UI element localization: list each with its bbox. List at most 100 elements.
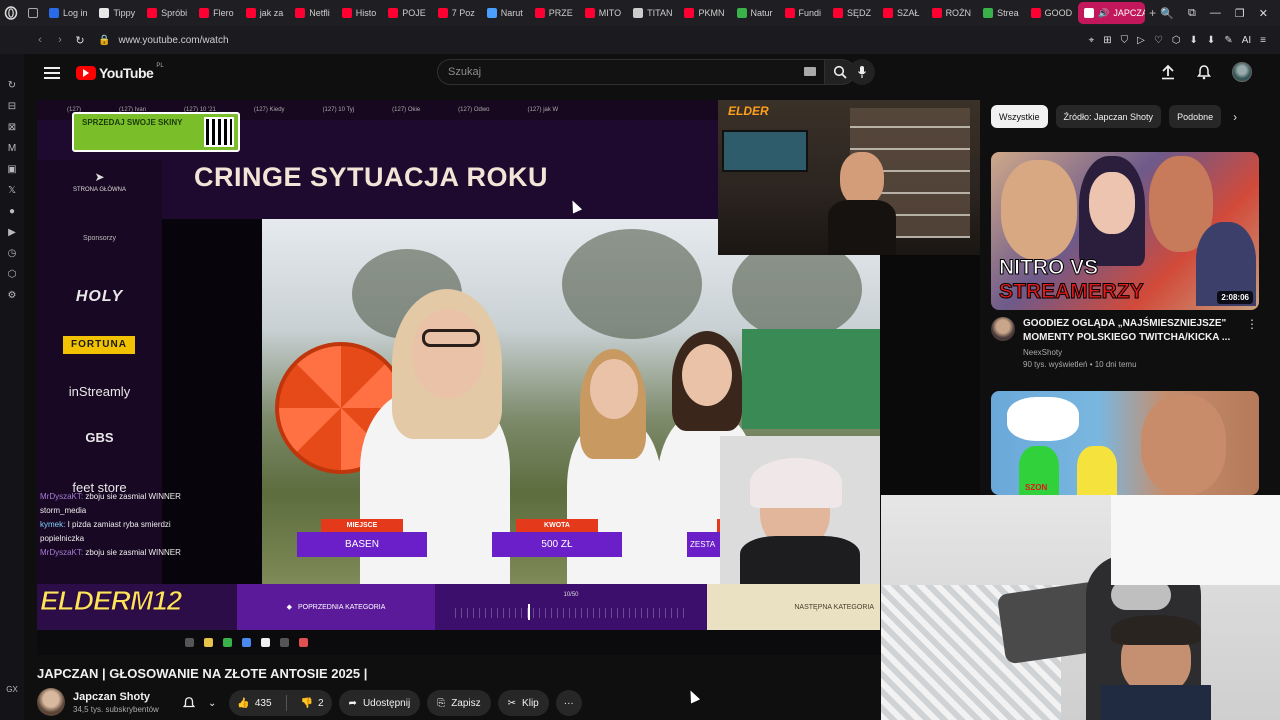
like-button[interactable]: 👍 435 xyxy=(229,690,279,716)
recommendation-channel[interactable]: NeexShoty xyxy=(1023,348,1238,357)
browser-tab[interactable]: 7 Poz xyxy=(432,2,481,24)
toolbar-icon[interactable]: ⬇ xyxy=(1190,35,1198,46)
upload-icon[interactable] xyxy=(1160,64,1176,80)
channel-avatar[interactable] xyxy=(37,688,65,716)
back-button[interactable]: ‹ xyxy=(30,30,50,50)
toolbar-icon[interactable]: ▷ xyxy=(1137,35,1145,46)
youtube-header: YouTube PL xyxy=(24,54,1280,92)
share-label: Udostępnij xyxy=(362,697,411,709)
tab-active[interactable]: 🔊 JAPCZA xyxy=(1078,2,1145,24)
browser-tab[interactable]: Tippy xyxy=(93,2,141,24)
recommendation-card[interactable]: NITRO VS STREAMERZY 2:08:06 GOODIEZ OGLĄ… xyxy=(991,152,1259,369)
browser-tab[interactable]: POJE xyxy=(382,2,432,24)
toolbar-icon[interactable]: ≡ xyxy=(1260,35,1266,46)
recommendation-title[interactable]: GOODIEZ OGLĄDA „NAJŚMIESZNIEJSZE" MOMENT… xyxy=(1023,317,1238,345)
recommendation-card[interactable]: SZON xyxy=(991,391,1259,495)
video-player[interactable]: (127) (127) Ivan (127) 10 '21 (127) Kiedy (1… xyxy=(37,100,980,655)
save-button[interactable]: ⎘ Zapisz xyxy=(427,690,491,716)
sidebar-icon[interactable]: ▣ xyxy=(7,164,16,175)
share-button[interactable]: ➦ Udostępnij xyxy=(338,690,421,716)
toolbar-icon[interactable]: ⌖ xyxy=(1089,35,1095,46)
chat-message: storm_media xyxy=(40,504,220,518)
subscription-bell-button[interactable]: ⌄ xyxy=(176,690,222,716)
browser-tab[interactable]: Netfli xyxy=(289,2,336,24)
video-thumbnail[interactable]: NITRO VS STREAMERZY 2:08:06 xyxy=(991,152,1259,310)
sidebar-icon[interactable]: ◷ xyxy=(8,248,17,259)
browser-tab[interactable]: Fundi xyxy=(779,2,828,24)
gx-control-icon[interactable]: GX xyxy=(6,685,18,694)
sidebar-icon[interactable]: M xyxy=(8,143,16,154)
sidebar-icon[interactable]: 𝕏 xyxy=(8,185,16,196)
browser-tab[interactable]: ROŻN xyxy=(926,2,978,24)
chip-all[interactable]: Wszystkie xyxy=(991,105,1048,128)
browser-tab[interactable]: SĘDZ xyxy=(827,2,877,24)
opera-logo-icon[interactable] xyxy=(0,0,22,26)
youtube-logo[interactable]: YouTube PL xyxy=(76,63,164,81)
chip-related[interactable]: Podobne xyxy=(1169,105,1222,128)
search-input[interactable] xyxy=(448,66,768,78)
toolbar-icon[interactable]: ⛉ xyxy=(1121,35,1129,46)
address-field[interactable]: 🔒 www.youtube.com/watch xyxy=(98,35,229,46)
chip-source[interactable]: Źródło: Japczan Shoty xyxy=(1055,105,1162,128)
browser-tab[interactable]: Natur xyxy=(731,2,779,24)
browser-tab[interactable]: Flero xyxy=(193,2,240,24)
channel-avatar[interactable] xyxy=(991,317,1015,341)
keyboard-icon[interactable] xyxy=(804,67,816,76)
scene-heading: CRINGE SYTUACJA ROKU xyxy=(194,162,549,192)
toolbar-icon[interactable]: ⬇ xyxy=(1207,35,1215,46)
sidebar-icon[interactable]: ⚙ xyxy=(8,290,17,301)
sidebar-icon[interactable]: ↻ xyxy=(8,80,16,91)
restore-icon[interactable]: ❐ xyxy=(1235,7,1245,20)
browser-tab[interactable]: Narut xyxy=(481,2,529,24)
toolbar-icon[interactable]: ⬡ xyxy=(1172,35,1181,46)
toolbar-icon[interactable]: ♡ xyxy=(1154,35,1163,46)
sidebar-icon[interactable]: ⊟ xyxy=(8,101,16,112)
search-icon xyxy=(833,65,847,79)
browser-tab[interactable]: GOOD xyxy=(1025,2,1079,24)
video-thumbnail[interactable]: SZON xyxy=(991,391,1259,495)
toolbar-icon[interactable]: ✎ xyxy=(1224,35,1232,46)
new-tab-button[interactable]: + xyxy=(1145,6,1160,20)
chat-text: zboju sie zasmial WINNER xyxy=(85,548,181,557)
browser-tab[interactable]: Histo xyxy=(336,2,383,24)
toolbar-icon[interactable]: ⊞ xyxy=(1103,35,1111,46)
browser-tab[interactable]: jak za xyxy=(240,2,290,24)
browser-tab[interactable]: TITAN xyxy=(627,2,678,24)
cursor-icon xyxy=(685,688,701,704)
sidebar-icon[interactable]: ▶ xyxy=(8,227,16,238)
bell-icon xyxy=(182,697,196,708)
dislike-button[interactable]: 👎 2 xyxy=(293,690,332,716)
search-icon[interactable]: 🔍 xyxy=(1160,7,1174,20)
browser-tab[interactable]: PRZE xyxy=(529,2,579,24)
voice-search-button[interactable] xyxy=(849,59,875,85)
browser-tab[interactable]: MITO xyxy=(579,2,627,24)
close-icon[interactable]: ✕ xyxy=(1259,7,1268,20)
browser-tab[interactable]: SZAŁ xyxy=(877,2,926,24)
tab-favicon-icon xyxy=(1030,8,1041,18)
account-avatar[interactable] xyxy=(1232,62,1252,82)
sidebar-icon[interactable]: ⬡ xyxy=(8,269,17,280)
browser-tab[interactable]: Spróbi xyxy=(141,2,193,24)
sidebar-icon[interactable]: ⊠ xyxy=(8,122,16,133)
reload-button[interactable]: ↻ xyxy=(70,30,90,50)
clip-button[interactable]: ✂ Klip xyxy=(497,690,549,716)
sidebar-icon[interactable]: ● xyxy=(9,206,15,217)
menu-icon[interactable] xyxy=(44,67,60,79)
tabs-icon[interactable]: ⧉ xyxy=(1188,7,1196,20)
tab-workspace[interactable] xyxy=(22,2,43,24)
minimize-icon[interactable]: — xyxy=(1210,7,1221,20)
forward-button[interactable]: › xyxy=(50,30,70,50)
notifications-bell-icon[interactable] xyxy=(1196,64,1212,80)
channel-name[interactable]: Japczan Shoty xyxy=(73,691,159,703)
toolbar-icon[interactable]: AI xyxy=(1242,35,1251,46)
browser-tab[interactable]: Strea xyxy=(977,2,1025,24)
chat-username: MrDyszaKT: xyxy=(40,492,86,501)
region-code: PL xyxy=(156,63,164,69)
browser-tab[interactable]: Log in xyxy=(43,2,94,24)
progress-slider: 10/50 xyxy=(435,584,707,630)
more-actions-button[interactable]: ··· xyxy=(555,690,582,716)
search-box[interactable] xyxy=(437,59,825,85)
chevron-right-icon[interactable]: › xyxy=(1233,110,1237,124)
browser-tab[interactable]: PKMN xyxy=(678,2,730,24)
more-vert-icon[interactable]: ⋮ xyxy=(1246,317,1258,369)
